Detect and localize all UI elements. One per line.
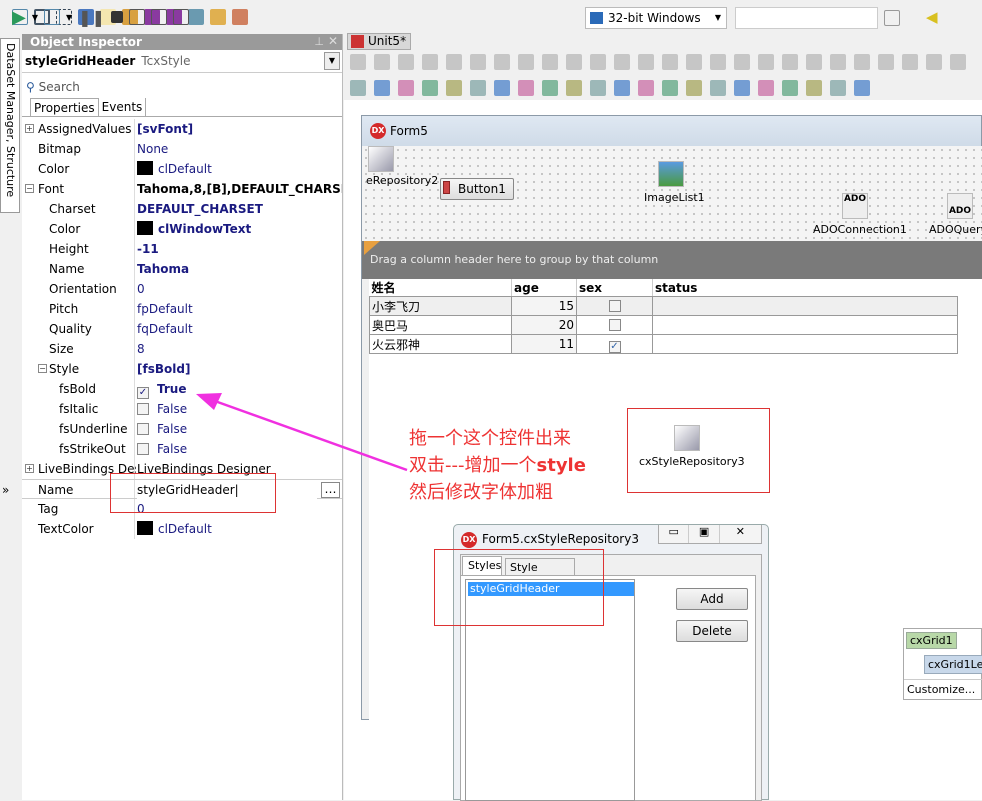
minimize-icon[interactable]: ▭ — [659, 525, 690, 543]
maximize-icon[interactable]: ▣ — [689, 525, 720, 543]
window-controls: ▭ ▣ ✕ — [658, 525, 762, 544]
arrow-line — [211, 398, 408, 472]
customize-button[interactable]: Customize... — [904, 679, 982, 700]
dx-logo-icon: DX — [461, 532, 477, 548]
add-button[interactable]: Add — [676, 588, 748, 610]
delete-button[interactable]: Delete — [676, 620, 748, 642]
annotation-box-styles — [434, 549, 604, 626]
close-icon[interactable]: ✕ — [720, 525, 761, 543]
grid-levels-panel: cxGrid1 cxGrid1Leve Customize... — [903, 628, 982, 700]
dialog-title: Form5.cxStyleRepository3 — [482, 532, 639, 546]
level-cxgrid1[interactable]: cxGrid1 — [906, 632, 957, 649]
level-cxgrid1level[interactable]: cxGrid1Leve — [924, 655, 982, 674]
